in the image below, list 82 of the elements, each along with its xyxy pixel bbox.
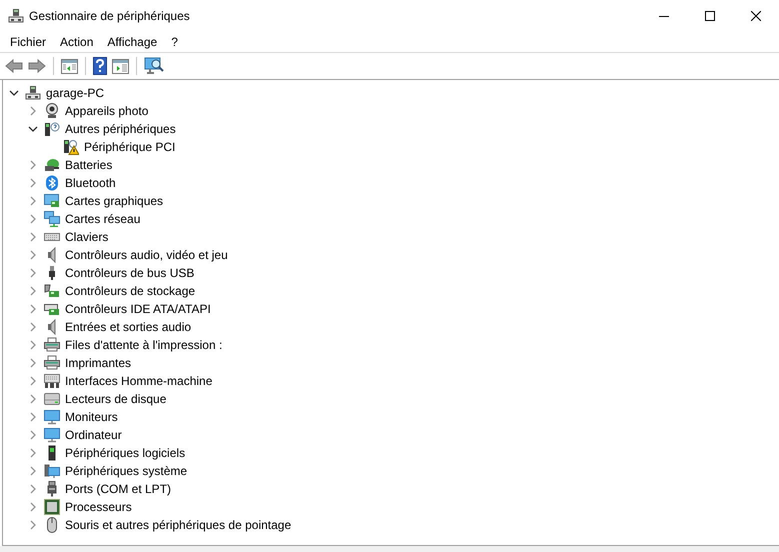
menu-item[interactable]: ? [164,32,185,50]
system-monitor-icon [44,463,60,479]
question-device-icon [44,121,60,137]
battery-plug-icon [44,157,60,173]
expand-chevron-icon[interactable] [28,484,38,494]
monitor-icon [44,427,60,443]
tree-item[interactable]: Bluetooth [64,175,117,191]
expand-chevron-icon[interactable] [28,286,38,296]
menu-item[interactable]: Fichier [3,32,54,50]
menu-item[interactable]: Affichage [100,32,164,50]
network-monitors-icon [44,211,60,227]
expand-chevron-icon[interactable] [28,106,38,116]
disk-drive-icon [44,391,60,407]
close-icon [751,10,761,20]
expand-chevron-icon[interactable] [28,394,38,404]
tree-item[interactable]: Contrôleurs de bus USB [64,265,196,281]
expand-chevron-icon[interactable] [28,214,38,224]
expand-chevron-icon[interactable] [28,448,38,458]
maximize-icon [705,10,715,20]
printer-icon [44,337,60,353]
tree-item[interactable]: Files d'attente à l'impression : [64,337,224,353]
expand-chevron-icon[interactable] [28,502,38,512]
tree-item[interactable]: Ports (COM et LPT) [64,481,172,497]
tree-item[interactable]: Cartes réseau [64,211,142,227]
scan-monitor-icon[interactable] [144,57,164,75]
tree-item[interactable]: Appareils photo [64,103,150,119]
expand-chevron-icon[interactable] [28,304,38,314]
computer-icon [25,85,41,101]
tree-item[interactable]: garage-PC [45,85,106,101]
ide-card-icon [44,301,60,317]
expand-chevron-icon[interactable] [28,376,38,386]
printer-icon [44,355,60,371]
tree-item[interactable]: Processeurs [64,499,133,515]
forward-arrow-icon[interactable] [28,59,46,73]
expand-chevron-icon[interactable] [28,340,38,350]
expand-chevron-icon[interactable] [28,412,38,422]
tree-item[interactable]: Batteries [64,157,114,173]
expand-chevron-icon[interactable] [28,358,38,368]
tree-item[interactable]: Autres périphériques [64,121,177,137]
help-icon[interactable] [93,57,107,75]
expand-chevron-icon[interactable] [28,250,38,260]
tree-item[interactable]: Lecteurs de disque [64,391,168,407]
back-arrow-icon[interactable] [5,59,23,73]
tree-item[interactable]: Imprimantes [64,355,132,371]
window-title: Gestionnaire de périphériques [29,8,191,22]
expand-chevron-icon[interactable] [28,196,38,206]
processor-chip-icon [44,499,60,515]
tree-item[interactable]: Claviers [64,229,110,245]
tree-item[interactable]: Contrôleurs de stockage [64,283,196,299]
tree-item[interactable]: Contrôleurs IDE ATA/ATAPI [64,301,212,317]
expand-chevron-icon[interactable] [28,520,38,530]
keyboard-hand-icon [44,373,60,389]
tree-item[interactable]: Moniteurs [64,409,119,425]
tree-item[interactable]: Périphériques logiciels [64,445,186,461]
expand-chevron-icon[interactable] [28,232,38,242]
monitor-icon [44,409,60,425]
expand-chevron-icon[interactable] [28,178,38,188]
expand-chevron-icon[interactable] [28,160,38,170]
tree-item[interactable]: Cartes graphiques [64,193,164,209]
tree-item[interactable]: Périphériques système [64,463,188,479]
menu-item[interactable]: Action [53,32,100,50]
collapse-chevron-icon[interactable] [9,88,19,98]
tree-item[interactable]: Souris et autres périphériques de pointage [64,517,292,533]
collapse-chevron-icon[interactable] [28,124,38,134]
storage-card-icon [44,283,60,299]
computer-icon [8,8,24,24]
warning-device-icon [63,139,79,155]
tree-item[interactable]: Entrées et sorties audio [64,319,192,335]
mouse-icon [44,517,60,533]
expand-chevron-icon[interactable] [28,466,38,476]
tree-item[interactable]: Interfaces Homme-machine [64,373,214,389]
tree-item[interactable]: Contrôleurs audio, vidéo et jeu [64,247,229,263]
action-pane-icon[interactable] [112,58,129,74]
console-pane-icon[interactable] [61,58,78,74]
display-card-icon [44,193,60,209]
expand-chevron-icon[interactable] [28,322,38,332]
expand-chevron-icon[interactable] [28,268,38,278]
tree-item[interactable]: Périphérique PCI [83,139,176,155]
expand-chevron-icon[interactable] [28,430,38,440]
bluetooth-icon [44,175,60,191]
tree-item[interactable]: Ordinateur [64,427,123,443]
webcam-icon [44,103,60,119]
